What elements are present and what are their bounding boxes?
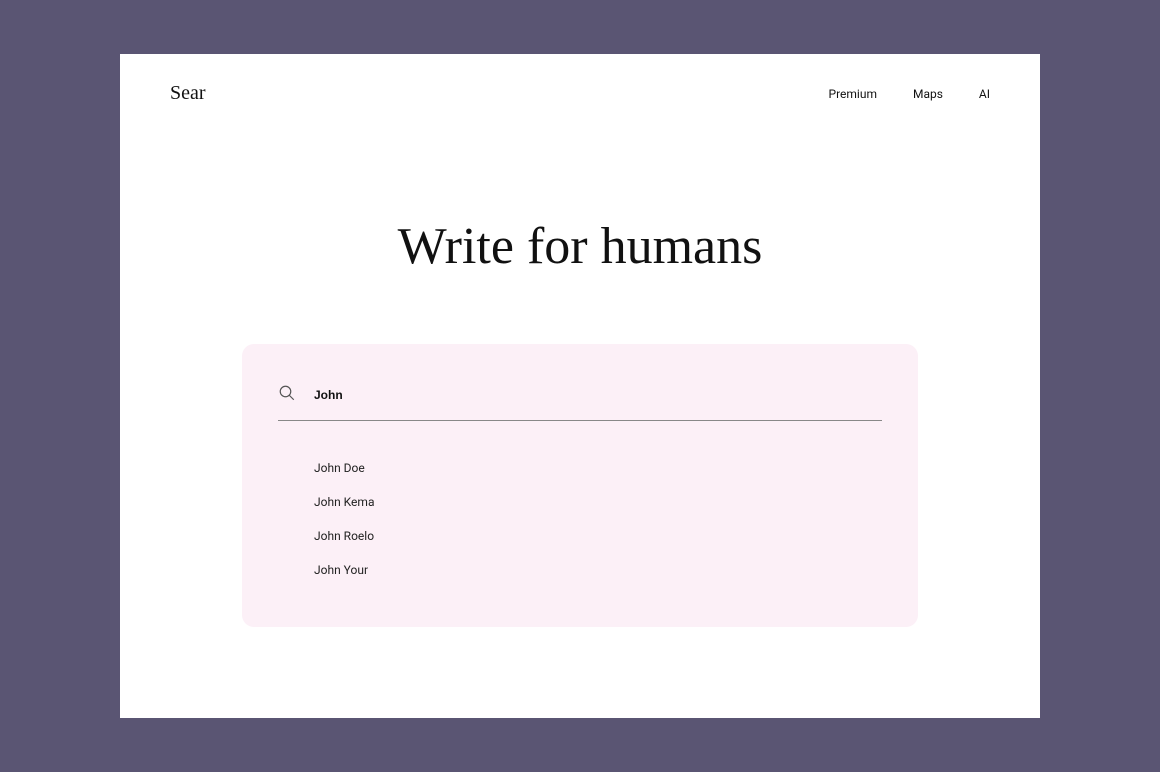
suggestion-item[interactable]: John Doe	[314, 451, 882, 485]
search-input[interactable]	[314, 388, 882, 402]
nav-link-premium[interactable]: Premium	[829, 87, 877, 101]
nav-link-maps[interactable]: Maps	[913, 87, 943, 101]
suggestion-item[interactable]: John Your	[314, 553, 882, 587]
search-panel: John Doe John Kema John Roelo John Your	[242, 344, 918, 627]
search-icon	[278, 384, 296, 406]
nav-link-ai[interactable]: AI	[979, 87, 990, 101]
page-card: Sear Premium Maps AI Write for humans Jo…	[120, 54, 1040, 718]
logo[interactable]: Sear	[170, 82, 206, 105]
search-suggestions: John Doe John Kema John Roelo John Your	[278, 451, 882, 587]
suggestion-item[interactable]: John Roelo	[314, 519, 882, 553]
nav: Premium Maps AI	[829, 87, 991, 101]
hero-title: Write for humans	[120, 217, 1040, 276]
header: Sear Premium Maps AI	[120, 54, 1040, 105]
search-row	[278, 384, 882, 421]
suggestion-item[interactable]: John Kema	[314, 485, 882, 519]
